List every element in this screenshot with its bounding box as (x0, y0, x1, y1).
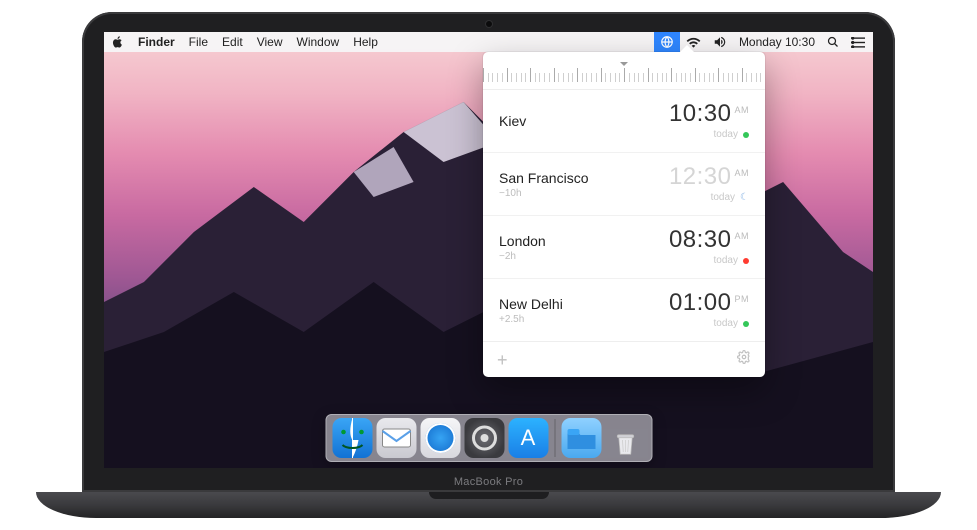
dock-item-mail[interactable] (376, 418, 416, 458)
dock-item-finder[interactable] (332, 418, 372, 458)
city-label: Kiev (499, 113, 526, 129)
dock-item-safari[interactable] (420, 418, 460, 458)
spotlight-icon[interactable] (827, 36, 839, 48)
menu-view[interactable]: View (257, 35, 283, 49)
menu-file[interactable]: File (189, 35, 208, 49)
day-label: today (714, 129, 738, 140)
time-value: 08:30 (669, 228, 732, 252)
menubar-clock[interactable]: Monday 10:30 (739, 35, 815, 49)
status-dot (743, 132, 749, 138)
device-label: MacBook Pro (82, 476, 895, 488)
screen: Finder File Edit View Window Help (104, 32, 873, 468)
laptop-base (36, 492, 941, 518)
dock-item-trash[interactable] (605, 418, 645, 458)
volume-icon[interactable] (713, 36, 727, 48)
offset-label: −2h (499, 251, 546, 262)
offset-label: −10h (499, 188, 588, 199)
time-scrubber[interactable] (483, 52, 765, 90)
apple-menu[interactable] (112, 36, 124, 48)
city-label: San Francisco (499, 170, 588, 186)
time-value: 01:00 (669, 291, 732, 315)
clock-row[interactable]: Kiev 10:30AM today (483, 90, 765, 153)
day-label: today (714, 318, 738, 329)
dock-item-settings[interactable] (464, 418, 504, 458)
ampm-label: PM (735, 294, 750, 304)
offset-label: +2.5h (499, 314, 563, 325)
dock-item-appstore[interactable]: A (508, 418, 548, 458)
settings-button[interactable] (737, 350, 751, 369)
world-clock-panel: Kiev10:30AMtodaySan Francisco−10h12:30AM… (483, 52, 765, 377)
notification-center-icon[interactable] (851, 37, 865, 48)
city-label: New Delhi (499, 296, 563, 312)
laptop-notch (429, 492, 549, 499)
day-label: today (714, 255, 738, 266)
dock: A (325, 414, 652, 462)
clock-row[interactable]: New Delhi +2.5h 01:00PM today (483, 279, 765, 342)
day-label: today (711, 192, 735, 203)
world-clock-menubar-icon[interactable] (654, 32, 680, 52)
clock-row[interactable]: San Francisco −10h 12:30AM today ☾ (483, 153, 765, 216)
status-dot (743, 258, 749, 264)
city-label: London (499, 233, 546, 249)
menubar-app-name[interactable]: Finder (138, 35, 175, 49)
time-value: 10:30 (669, 102, 732, 126)
dock-separator (554, 419, 555, 457)
status-dot (743, 321, 749, 327)
menu-edit[interactable]: Edit (222, 35, 243, 49)
menu-help[interactable]: Help (353, 35, 378, 49)
menu-window[interactable]: Window (297, 35, 340, 49)
laptop-frame: Finder File Edit View Window Help (82, 12, 895, 518)
dock-item-downloads[interactable] (561, 418, 601, 458)
ampm-label: AM (735, 105, 750, 115)
menubar: Finder File Edit View Window Help (104, 32, 873, 52)
ampm-label: AM (735, 231, 750, 241)
camera-dot (486, 21, 492, 27)
screen-bezel: Finder File Edit View Window Help (82, 12, 895, 492)
time-value: 12:30 (669, 165, 732, 189)
clock-row[interactable]: London −2h 08:30AM today (483, 216, 765, 279)
moon-icon: ☾ (740, 192, 749, 203)
ampm-label: AM (735, 168, 750, 178)
add-location-button[interactable]: + (497, 351, 508, 369)
